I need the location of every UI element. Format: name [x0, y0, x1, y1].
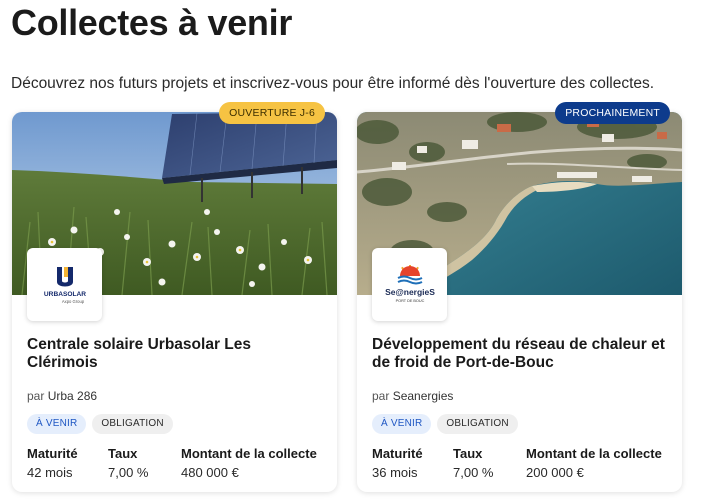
rate-stat: Taux 7,00 % — [108, 446, 148, 480]
stat-value: 7,00 % — [453, 465, 494, 480]
logo-subtext: Axpo Group — [61, 299, 84, 304]
amount-stat: Montant de la collecte 480 000 € — [181, 446, 317, 480]
seanergies-logo: Se@nergieS PORT DE BOUC — [372, 248, 447, 321]
stat-value: 42 mois — [27, 465, 73, 480]
author-prefix: par — [27, 389, 45, 403]
author-prefix: par — [372, 389, 390, 403]
stat-value: 480 000 € — [181, 465, 239, 480]
page-intro: Découvrez nos futurs projets et inscrive… — [11, 75, 655, 92]
amount-stat: Montant de la collecte 200 000 € — [526, 446, 662, 480]
maturity-stat: Maturité 42 mois — [27, 446, 78, 480]
project-author: par Urba 286 — [27, 389, 97, 403]
logo-text: Se@nergieS — [385, 287, 435, 297]
author-name: Seanergies — [392, 389, 454, 403]
project-card-seanergies[interactable]: PROCHAINEMENT Se@nergieS PORT DE BOUC Dé… — [357, 102, 682, 492]
stat-value: 200 000 € — [526, 465, 584, 480]
project-title[interactable]: Développement du réseau de chaleur et de… — [372, 336, 668, 371]
page-title: Collectes à venir — [11, 2, 293, 43]
project-title[interactable]: Centrale solaire Urbasolar Les Clérimois — [27, 336, 323, 371]
stat-label: Maturité — [27, 446, 78, 461]
project-author: par Seanergies — [372, 389, 453, 403]
author-name: Urba 286 — [47, 389, 98, 403]
stat-label: Montant de la collecte — [181, 446, 317, 461]
stat-label: Taux — [453, 446, 483, 461]
project-card-urbasolar[interactable]: OUVERTURE J-6 URBASOLAR Axpo Group Centr… — [12, 102, 337, 492]
rate-stat: Taux 7,00 % — [453, 446, 493, 480]
type-tag: OBLIGATION — [92, 414, 173, 434]
stat-value: 36 mois — [372, 465, 418, 480]
status-tag: À VENIR — [372, 414, 432, 434]
opening-badge: OUVERTURE J-6 — [219, 102, 325, 124]
logo-subtext: PORT DE BOUC — [395, 299, 424, 303]
logo-text: URBASOLAR — [43, 291, 85, 298]
maturity-stat: Maturité 36 mois — [372, 446, 423, 480]
tag-list: À VENIR OBLIGATION — [27, 414, 173, 434]
upcoming-badge: PROCHAINEMENT — [555, 102, 670, 124]
stat-label: Taux — [108, 446, 138, 461]
stat-label: Montant de la collecte — [526, 446, 662, 461]
stat-value: 7,00 % — [108, 465, 149, 480]
urbasolar-logo: URBASOLAR Axpo Group — [27, 248, 102, 321]
stat-label: Maturité — [372, 446, 423, 461]
tag-list: À VENIR OBLIGATION — [372, 414, 518, 434]
type-tag: OBLIGATION — [437, 414, 518, 434]
status-tag: À VENIR — [27, 414, 87, 434]
